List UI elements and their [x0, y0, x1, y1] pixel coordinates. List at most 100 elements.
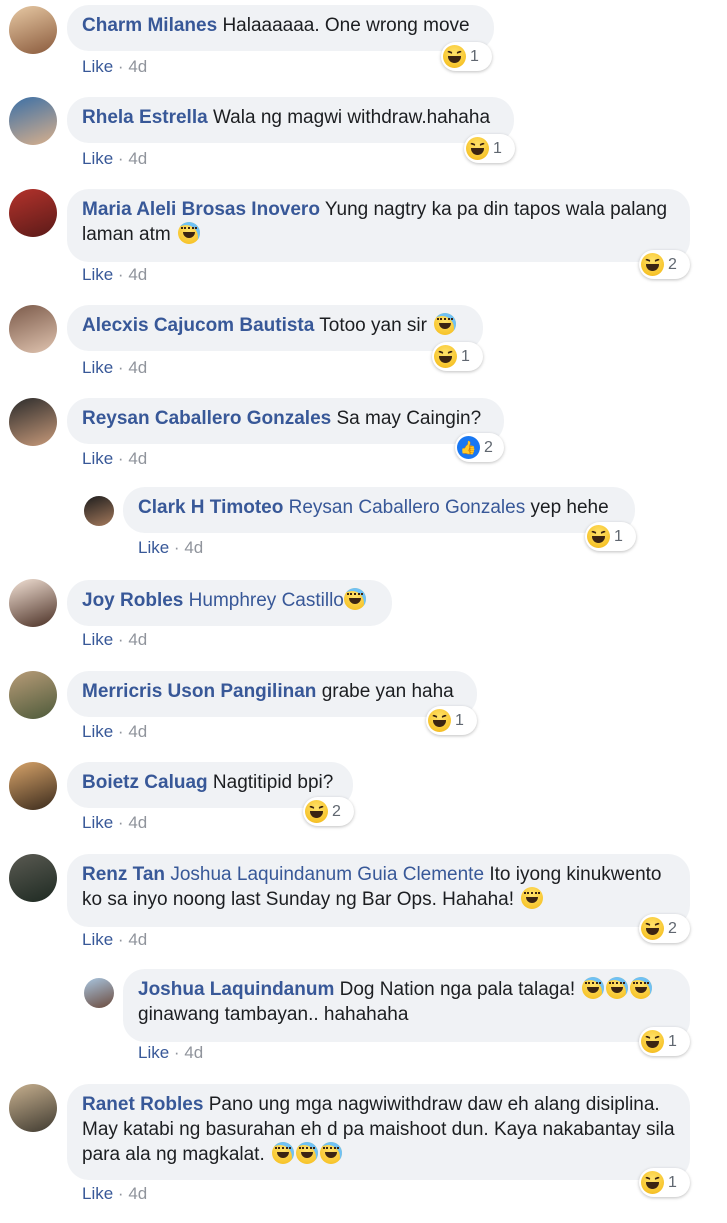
separator: ·: [117, 57, 124, 76]
comment-bubble: Ranet Robles Pano ung mga nagwiwithdraw …: [67, 1084, 690, 1180]
separator: ·: [117, 1184, 124, 1203]
reaction-badge[interactable]: 2: [639, 914, 690, 943]
avatar[interactable]: [9, 854, 57, 902]
thumbs-up-icon: 👍: [457, 436, 480, 459]
haha-icon: [305, 800, 328, 823]
reaction-badge[interactable]: 1: [426, 706, 477, 735]
joy-emoji-icon: [434, 313, 457, 335]
reaction-count: 1: [668, 1032, 677, 1050]
comment-meta: Like · 4d: [82, 813, 147, 833]
like-button[interactable]: Like: [82, 722, 113, 741]
avatar[interactable]: [9, 1084, 57, 1132]
comment-bubble: Reysan Caballero Gonzales Sa may Caingin…: [67, 398, 504, 444]
joy-emoji-icon: [343, 588, 366, 610]
avatar[interactable]: [9, 305, 57, 353]
like-button[interactable]: Like: [82, 1184, 113, 1203]
separator: ·: [117, 630, 124, 649]
reaction-badge[interactable]: 1: [585, 522, 636, 551]
like-button[interactable]: Like: [82, 930, 113, 949]
avatar[interactable]: [9, 398, 57, 446]
timestamp[interactable]: 4d: [128, 57, 147, 76]
comment-author[interactable]: Merricris Uson Pangilinan: [82, 681, 316, 702]
comment-bubble: Charm Milanes Halaaaaaa. One wrong move: [67, 5, 494, 51]
timestamp[interactable]: 4d: [128, 1184, 147, 1203]
reaction-count: 1: [668, 1173, 677, 1191]
timestamp[interactable]: 4d: [128, 813, 147, 832]
reaction-badge[interactable]: 2: [303, 797, 354, 826]
timestamp[interactable]: 4d: [128, 449, 147, 468]
comment-meta: Like · 4d: [82, 722, 147, 742]
reaction-badge[interactable]: 👍 2: [455, 433, 504, 462]
comment-author[interactable]: Ranet Robles: [82, 1094, 203, 1115]
separator: ·: [117, 813, 124, 832]
comment-author[interactable]: Rhela Estrella: [82, 107, 208, 128]
reaction-count: 2: [668, 255, 677, 273]
comment-bubble: Maria Aleli Brosas Inovero Yung nagtry k…: [67, 189, 690, 262]
comment-bubble: Rhela Estrella Wala ng magwi withdraw.ha…: [67, 97, 514, 143]
comment-author[interactable]: Reysan Caballero Gonzales: [82, 408, 331, 429]
comment-author[interactable]: Maria Aleli Brosas Inovero: [82, 199, 320, 220]
comment-author[interactable]: Joy Robles: [82, 590, 183, 611]
timestamp[interactable]: 4d: [128, 930, 147, 949]
comment-meta: Like · 4d: [82, 358, 147, 378]
like-button[interactable]: Like: [82, 630, 113, 649]
avatar[interactable]: [9, 671, 57, 719]
like-button[interactable]: Like: [82, 813, 113, 832]
avatar[interactable]: [9, 97, 57, 145]
mention-link[interactable]: Reysan Caballero Gonzales: [289, 497, 526, 518]
avatar[interactable]: [9, 579, 57, 627]
comment-author[interactable]: Alecxis Cajucom Bautista: [82, 315, 314, 336]
rofl-emoji-icon: [606, 977, 629, 999]
avatar[interactable]: [9, 189, 57, 237]
comment-author[interactable]: Renz Tan: [82, 864, 165, 885]
timestamp[interactable]: 4d: [128, 265, 147, 284]
joy-emoji-icon: [177, 222, 200, 244]
timestamp[interactable]: 4d: [128, 149, 147, 168]
mention-link[interactable]: Humphrey Castillo: [189, 590, 344, 611]
haha-icon: [641, 253, 664, 276]
like-button[interactable]: Like: [82, 149, 113, 168]
timestamp[interactable]: 4d: [128, 722, 147, 741]
like-button[interactable]: Like: [82, 57, 113, 76]
reaction-count: 2: [484, 438, 493, 456]
joy-emoji-icon: [272, 1142, 295, 1164]
avatar[interactable]: [84, 978, 114, 1008]
reaction-badge[interactable]: 1: [432, 342, 483, 371]
comment-author[interactable]: Charm Milanes: [82, 15, 217, 36]
comment-meta: Like · 4d: [82, 265, 147, 285]
comment-bubble: Joshua Laquindanum Dog Nation nga pala t…: [123, 969, 690, 1042]
haha-icon: [587, 525, 610, 548]
reaction-badge[interactable]: 1: [639, 1027, 690, 1056]
avatar[interactable]: [84, 496, 114, 526]
avatar[interactable]: [9, 6, 57, 54]
comment-meta: Like · 4d: [82, 57, 147, 77]
timestamp[interactable]: 4d: [184, 538, 203, 557]
like-button[interactable]: Like: [138, 538, 169, 557]
comment-meta: Like · 4d: [138, 538, 203, 558]
like-button[interactable]: Like: [82, 449, 113, 468]
like-button[interactable]: Like: [82, 265, 113, 284]
comment-author[interactable]: Joshua Laquindanum: [138, 979, 334, 1000]
reaction-badge[interactable]: 1: [464, 134, 515, 163]
comment-text: Totoo yan sir: [319, 315, 427, 336]
like-button[interactable]: Like: [138, 1043, 169, 1062]
comment-bubble: Joy Robles Humphrey Castillo: [67, 580, 392, 626]
separator: ·: [117, 265, 124, 284]
comment-author[interactable]: Clark H Timoteo: [138, 497, 283, 518]
comment-meta: Like · 4d: [82, 1184, 147, 1204]
rofl-emoji-icon: [630, 977, 653, 999]
mention-link[interactable]: Joshua Laquindanum Guia Clemente: [170, 864, 484, 885]
haha-icon: [466, 137, 489, 160]
timestamp[interactable]: 4d: [128, 630, 147, 649]
like-button[interactable]: Like: [82, 358, 113, 377]
avatar[interactable]: [9, 762, 57, 810]
timestamp[interactable]: 4d: [184, 1043, 203, 1062]
timestamp[interactable]: 4d: [128, 358, 147, 377]
comment-author[interactable]: Boietz Caluag: [82, 772, 208, 793]
comment-meta: Like · 4d: [82, 449, 147, 469]
reaction-badge[interactable]: 2: [639, 250, 690, 279]
comment-text: grabe yan haha: [321, 681, 454, 702]
reaction-badge[interactable]: 1: [441, 42, 492, 71]
comment-meta: Like · 4d: [138, 1043, 203, 1063]
reaction-badge[interactable]: 1: [639, 1168, 690, 1197]
